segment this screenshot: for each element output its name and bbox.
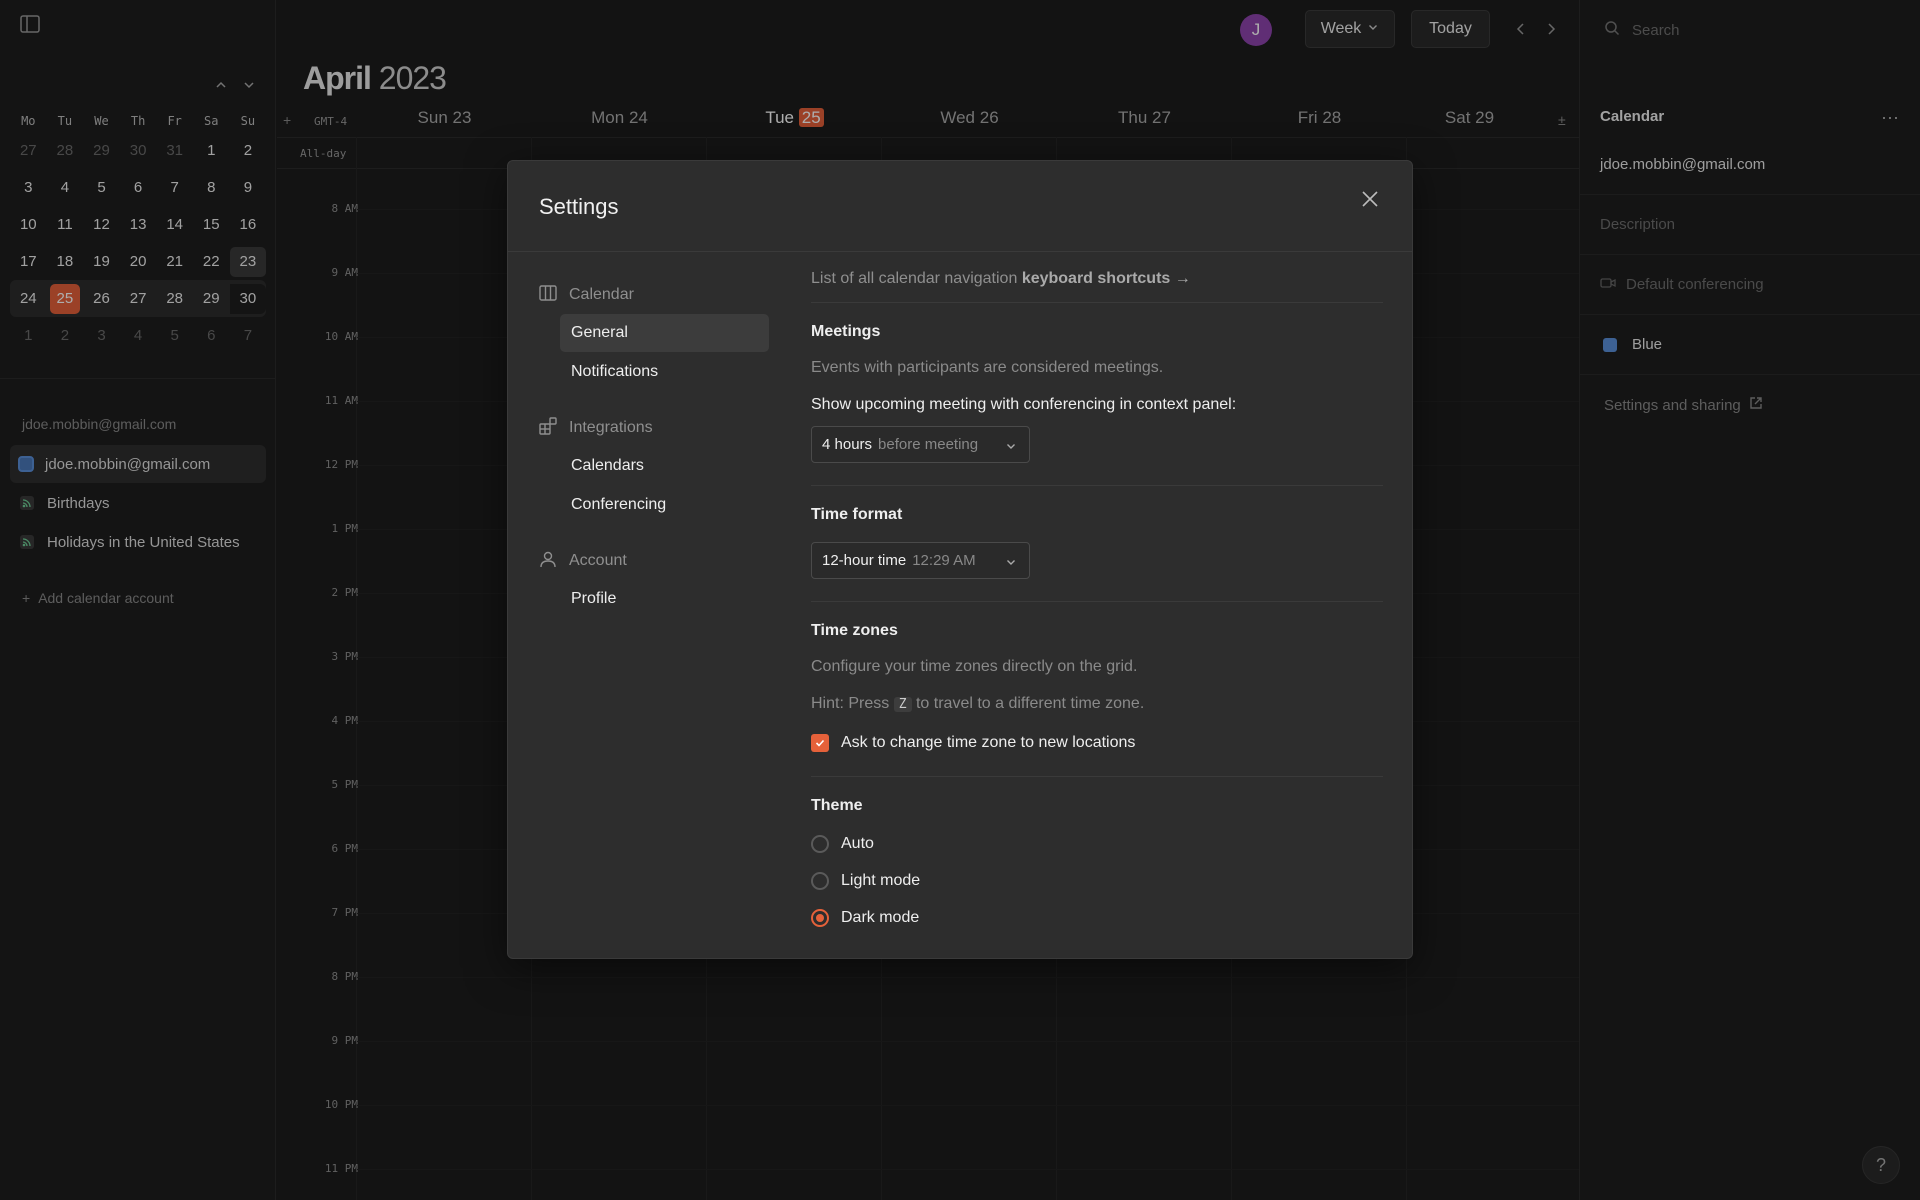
radio-button-selected[interactable] (811, 909, 829, 927)
meetings-heading: Meetings (811, 323, 881, 340)
chevron-down-icon (1005, 555, 1017, 567)
integrations-icon (539, 416, 557, 440)
time-format-section: Time format 12-hour time 12:29 AM (811, 486, 1383, 602)
user-icon (539, 550, 557, 573)
meetings-description: Events with participants are considered … (811, 359, 1164, 376)
columns-icon (539, 284, 557, 306)
hint-suffix: to travel to a different time zone. (915, 695, 1145, 712)
settings-nav: Calendar General Notifications Integrati… (539, 253, 769, 619)
theme-option-light[interactable]: Light mode (811, 870, 1383, 892)
settings-modal: Settings Calendar General Notifications … (507, 160, 1413, 959)
time-format-heading: Time format (811, 506, 903, 523)
shortcuts-prefix: List of all calendar navigation (811, 270, 1018, 287)
radio-button[interactable] (811, 872, 829, 890)
time-zones-heading: Time zones (811, 622, 898, 639)
checkbox-checked[interactable] (811, 734, 829, 752)
nav-item-profile[interactable]: Profile (560, 580, 769, 618)
nav-section-integrations: Integrations (539, 409, 769, 447)
keyboard-shortcuts-link[interactable]: keyboard shortcuts → (1022, 270, 1191, 287)
nav-section-calendar: Calendar (539, 276, 769, 314)
meetings-label: Show upcoming meeting with conferencing … (811, 396, 1237, 413)
hint-key: Z (893, 697, 912, 712)
nav-section-label: Account (569, 552, 627, 569)
calendar-app: Mo Tu We Th Fr Sa Su 27 28 29 30 31 1 2 … (0, 0, 1920, 1200)
shortcuts-row: List of all calendar navigation keyboard… (811, 253, 1383, 303)
nav-section-label: Integrations (569, 419, 653, 436)
dropdown-value: 4 hours (822, 436, 873, 453)
meetings-section: Meetings Events with participants are co… (811, 303, 1383, 486)
time-zones-hint: Hint: Press Z to travel to a different t… (811, 695, 1383, 717)
hint-prefix: Hint: Press (811, 695, 890, 712)
meeting-lead-time-dropdown[interactable]: 4 hours before meeting (811, 426, 1030, 463)
settings-content: List of all calendar navigation keyboard… (811, 253, 1383, 966)
time-zones-description: Configure your time zones directly on th… (811, 658, 1138, 675)
close-icon[interactable] (1358, 187, 1382, 211)
nav-item-conferencing[interactable]: Conferencing (560, 486, 769, 524)
nav-item-calendars[interactable]: Calendars (560, 447, 769, 485)
nav-section-label: Calendar (569, 286, 634, 303)
modal-header: Settings (508, 161, 1412, 252)
radio-button[interactable] (811, 835, 829, 853)
dropdown-value: 12-hour time (822, 552, 907, 569)
theme-option-auto[interactable]: Auto (811, 833, 1383, 855)
time-format-dropdown[interactable]: 12-hour time 12:29 AM (811, 542, 1030, 579)
time-zones-section: Time zones Configure your time zones dir… (811, 602, 1383, 777)
radio-label: Light mode (841, 872, 921, 889)
dropdown-suffix: before meeting (878, 436, 979, 453)
modal-title: Settings (539, 194, 619, 219)
nav-item-notifications[interactable]: Notifications (560, 353, 769, 391)
checkbox-label: Ask to change time zone to new locations (841, 734, 1136, 751)
dropdown-example: 12:29 AM (912, 552, 976, 569)
theme-heading: Theme (811, 797, 863, 814)
radio-label: Auto (841, 835, 874, 852)
radio-label: Dark mode (841, 909, 920, 926)
nav-item-general[interactable]: General (560, 314, 769, 352)
theme-option-dark[interactable]: Dark mode (811, 907, 1383, 929)
chevron-down-icon (1005, 439, 1017, 451)
nav-section-account: Account (539, 542, 769, 580)
timezone-change-option[interactable]: Ask to change time zone to new locations (811, 732, 1383, 754)
theme-section: Theme Auto Light mode Dark mode (811, 777, 1383, 966)
